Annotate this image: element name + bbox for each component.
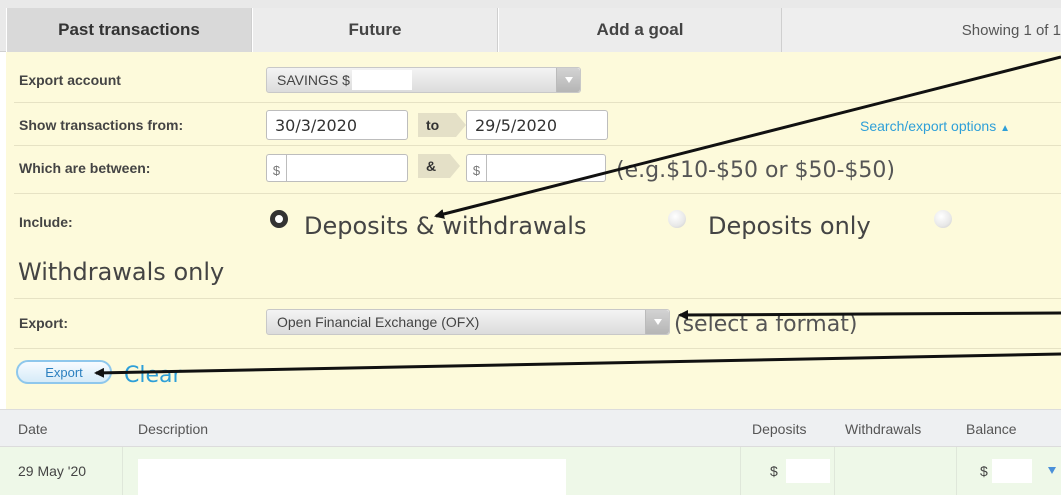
radio-deposits-only[interactable] — [668, 210, 686, 228]
chevron-down-icon — [556, 68, 580, 92]
export-format-select[interactable]: Open Financial Exchange (OFX) — [266, 309, 670, 335]
divider — [14, 298, 1061, 299]
row-date: 29 May '20 — [18, 463, 87, 479]
export-button[interactable]: Export — [16, 360, 112, 384]
option-withdrawals-only: Withdrawals only — [18, 258, 225, 286]
tab-past-transactions[interactable]: Past transactions — [6, 8, 252, 52]
export-account-value: SAVINGS $ — [277, 72, 350, 88]
min-amount-input[interactable] — [286, 154, 408, 182]
showing-count-text: Showing 1 of 1 — [961, 21, 1061, 39]
export-format-value: Open Financial Exchange (OFX) — [277, 314, 480, 330]
divider — [956, 447, 957, 495]
from-date-input[interactable]: 30/3/2020 — [266, 110, 408, 140]
include-label: Include: — [19, 214, 73, 230]
and-label: & — [418, 154, 460, 178]
divider — [14, 193, 1061, 194]
divider — [834, 447, 835, 495]
chevron-down-icon[interactable] — [1048, 467, 1056, 474]
redacted-block — [351, 70, 412, 90]
row-description — [138, 459, 566, 495]
between-label: Which are between: — [19, 160, 151, 176]
export-form-panel: Export account SAVINGS $ Show transactio… — [6, 52, 1061, 409]
redacted-block — [786, 459, 830, 483]
export-format-hint: (select a format) — [674, 312, 858, 337]
up-arrow-icon: ▲ — [1000, 123, 1010, 134]
showing-count: Showing 1 of 1 — [782, 8, 1061, 52]
tab-bar: Past transactions Future Add a goal Show… — [0, 0, 1061, 52]
transactions-table-header: Date Description Deposits Withdrawals Ba… — [0, 409, 1061, 447]
clear-link[interactable]: Clear — [124, 363, 182, 388]
to-date-input[interactable]: 29/5/2020 — [466, 110, 608, 140]
show-from-label: Show transactions from: — [19, 117, 184, 133]
to-label: to — [418, 113, 466, 137]
divider — [14, 102, 1061, 103]
radio-withdrawals-only[interactable] — [934, 210, 952, 228]
range-hint: (e.g.$10-$50 or $50-$50) — [616, 158, 895, 183]
tab-add-goal[interactable]: Add a goal — [498, 8, 782, 52]
tab-future[interactable]: Future — [252, 8, 498, 52]
max-amount-input[interactable] — [486, 154, 606, 182]
search-export-options-link[interactable]: Search/export options ▲ — [860, 118, 1010, 134]
export-account-select[interactable]: SAVINGS $ — [266, 67, 581, 93]
column-description[interactable]: Description — [138, 421, 208, 437]
chevron-down-icon — [645, 310, 669, 334]
divider — [14, 145, 1061, 146]
divider — [122, 447, 123, 495]
radio-deposits-withdrawals[interactable] — [270, 210, 288, 228]
divider — [740, 447, 741, 495]
max-dollar-symbol: $ — [466, 154, 486, 182]
row-deposits: $ — [770, 463, 778, 479]
column-deposits[interactable]: Deposits — [752, 421, 806, 437]
min-dollar-symbol: $ — [266, 154, 286, 182]
divider — [14, 348, 1061, 349]
option-deposits-withdrawals: Deposits & withdrawals — [304, 212, 587, 240]
table-row[interactable]: 29 May '20 $ $ — [0, 447, 1061, 495]
redacted-block — [992, 459, 1032, 483]
row-balance: $ — [980, 463, 988, 479]
search-export-options-text: Search/export options — [860, 118, 997, 134]
export-account-label: Export account — [19, 72, 121, 88]
column-balance[interactable]: Balance — [966, 421, 1017, 437]
column-withdrawals[interactable]: Withdrawals — [845, 421, 921, 437]
option-deposits-only: Deposits only — [708, 212, 871, 240]
column-date[interactable]: Date — [18, 421, 48, 437]
export-format-label: Export: — [19, 315, 68, 331]
